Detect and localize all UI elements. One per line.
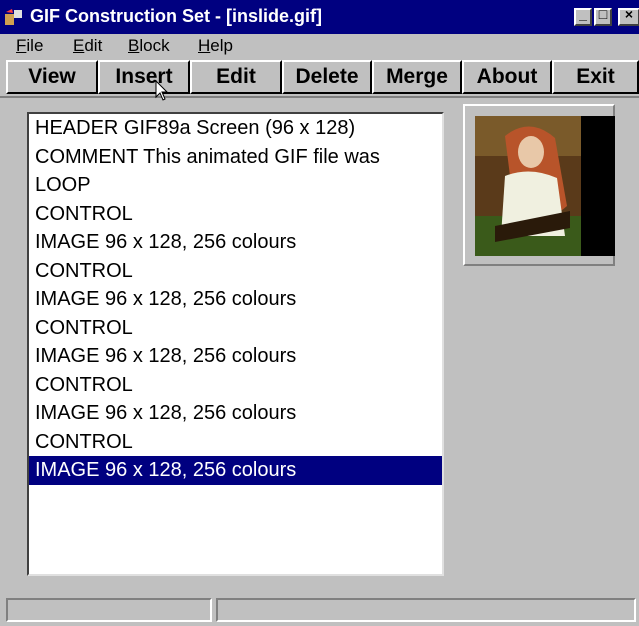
menu-bar: File Edit Block Help [0, 34, 639, 58]
preview-image [475, 116, 615, 256]
toolbar: View Insert Edit Delete Merge About Exit [0, 58, 639, 98]
title-bar[interactable]: GIF Construction Set - [inslide.gif] _ □… [0, 0, 639, 34]
about-button[interactable]: About [462, 60, 552, 94]
merge-button[interactable]: Merge [372, 60, 462, 94]
app-window: GIF Construction Set - [inslide.gif] _ □… [0, 0, 639, 626]
insert-button[interactable]: Insert [98, 60, 190, 94]
list-item-control[interactable]: CONTROL [29, 371, 442, 400]
mouse-cursor-icon [155, 80, 169, 101]
list-item-control[interactable]: CONTROL [29, 314, 442, 343]
window-title: GIF Construction Set - [inslide.gif] [30, 6, 322, 26]
block-list[interactable]: HEADER GIF89a Screen (96 x 128) COMMENT … [27, 112, 444, 576]
minimize-button[interactable]: _ [574, 6, 592, 26]
list-item-image[interactable]: IMAGE 96 x 128, 256 colours [29, 342, 442, 371]
menu-edit[interactable]: Edit [73, 36, 102, 56]
list-item-control[interactable]: CONTROL [29, 428, 442, 457]
list-item-image[interactable]: IMAGE 96 x 128, 256 colours [29, 228, 442, 257]
status-pane-left [6, 598, 212, 622]
minimize-icon: _ [579, 6, 587, 22]
list-item-loop[interactable]: LOOP [29, 171, 442, 200]
list-item-control[interactable]: CONTROL [29, 257, 442, 286]
app-icon[interactable] [4, 8, 24, 26]
delete-button[interactable]: Delete [282, 60, 372, 94]
maximize-icon: □ [598, 6, 608, 22]
list-item-image[interactable]: IMAGE 96 x 128, 256 colours [29, 285, 442, 314]
status-pane-right [216, 598, 636, 622]
close-button[interactable]: × [618, 6, 639, 26]
maximize-button[interactable]: □ [594, 6, 612, 26]
list-item-header[interactable]: HEADER GIF89a Screen (96 x 128) [29, 114, 442, 143]
portrait-thumbnail [475, 116, 615, 256]
view-button[interactable]: View [6, 60, 98, 94]
exit-button[interactable]: Exit [552, 60, 639, 94]
list-item-comment[interactable]: COMMENT This animated GIF file was [29, 143, 442, 172]
preview-panel [463, 104, 615, 266]
list-item-image[interactable]: IMAGE 96 x 128, 256 colours [29, 399, 442, 428]
close-icon: × [624, 6, 634, 22]
edit-button[interactable]: Edit [190, 60, 282, 94]
menu-help[interactable]: Help [198, 36, 233, 56]
list-item-image-selected[interactable]: IMAGE 96 x 128, 256 colours [29, 456, 442, 485]
menu-block[interactable]: Block [128, 36, 170, 56]
status-bar [0, 594, 639, 626]
list-item-control[interactable]: CONTROL [29, 200, 442, 229]
menu-file[interactable]: File [16, 36, 43, 56]
